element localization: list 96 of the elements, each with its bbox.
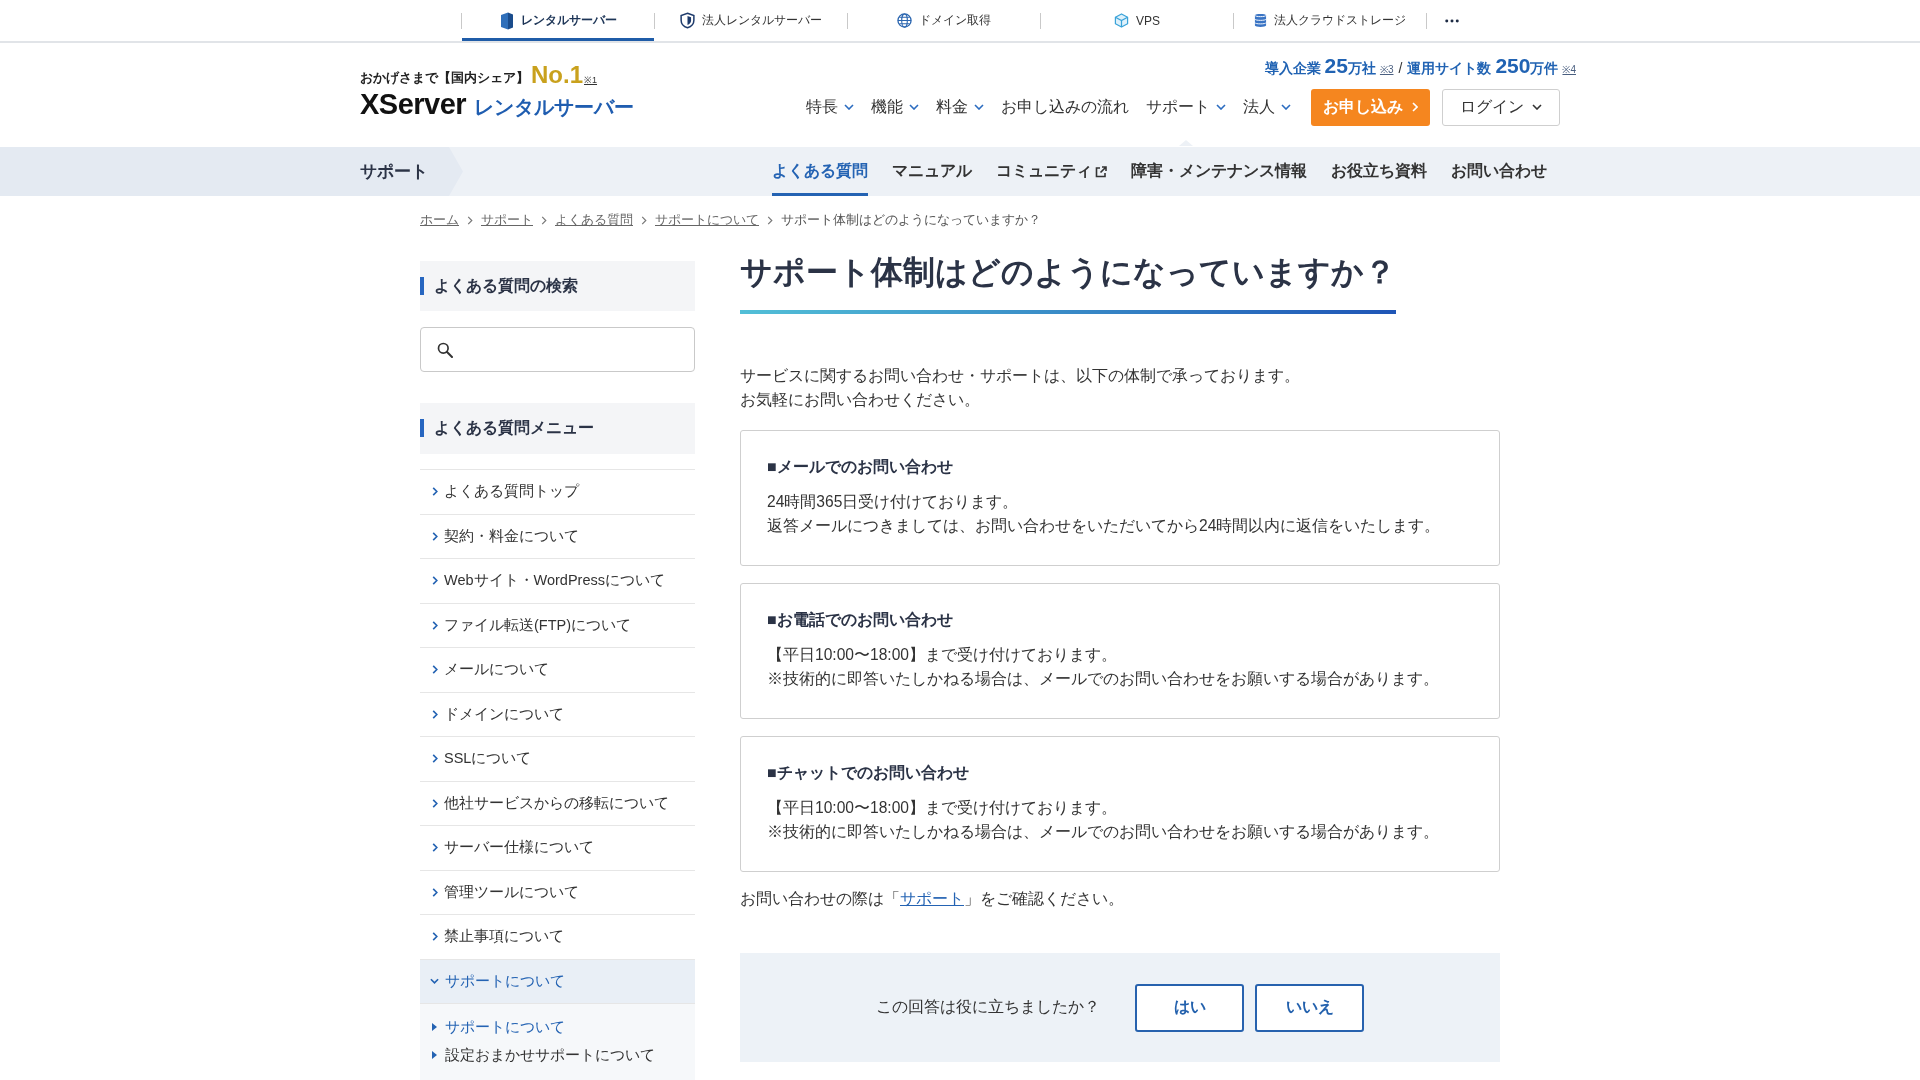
card-heading: ■お電話でのお問い合わせ <box>767 610 954 630</box>
submenu-item[interactable]: サポートについて <box>420 1013 695 1041</box>
service-tab[interactable]: レンタルサーバー <box>462 0 654 41</box>
service-tab[interactable]: 法人クラウドストレージ <box>1234 0 1426 41</box>
card-heading: ■メールでのお問い合わせ <box>767 457 954 477</box>
submenu-item[interactable]: 設定おまかせサポートについて <box>420 1041 695 1069</box>
card-text: ※技術的に即答いたしかねる場合は、メールでのお問い合わせをお願いする場合があります。 <box>767 821 1439 842</box>
breadcrumb-current: サポート体制はどのようになっていますか？ <box>781 211 1041 229</box>
chevron-right-icon <box>432 798 438 808</box>
footnote-mark: ※1 <box>584 73 598 87</box>
subnav-link[interactable]: コミュニティ <box>996 147 1107 196</box>
menu-item[interactable]: よくある質問トップ <box>420 470 695 515</box>
chevron-right-icon <box>432 620 438 630</box>
card-text: ※技術的に即答いたしかねる場合は、メールでのお問い合わせをお願いする場合があります。 <box>767 668 1439 689</box>
subnav-link[interactable]: マニュアル <box>892 147 972 196</box>
chevron-right-icon <box>432 531 438 541</box>
triangle-right-icon <box>432 1023 437 1031</box>
more-icon[interactable] <box>1445 18 1459 23</box>
login-button[interactable]: ログイン <box>1442 88 1560 126</box>
nav-link[interactable]: お申し込みの流れ <box>1001 97 1129 117</box>
chevron-right-icon <box>432 843 438 853</box>
nav-link[interactable]: 特長 <box>806 97 854 117</box>
subnav-link[interactable]: よくある質問 <box>772 147 868 196</box>
chevron-right-icon <box>432 709 438 719</box>
intro-text: サービスに関するお問い合わせ・サポートは、以下の体制で承っております。 <box>740 366 1300 386</box>
stat-label: 導入企業 <box>1264 58 1321 78</box>
card-heading: ■チャットでのお問い合わせ <box>767 763 970 783</box>
stat-number: 250 <box>1495 52 1531 79</box>
chevron-right-icon <box>432 576 438 586</box>
tagline: おかげさまで【国内シェア】 <box>360 68 529 87</box>
search-field[interactable] <box>420 327 695 372</box>
support-link[interactable]: サポート <box>900 890 964 907</box>
section-heading: よくある質問の検索 <box>420 261 695 311</box>
card-text: 24時間365日受け付けております。 <box>767 492 1019 512</box>
menu-item[interactable]: ファイル転送(FTP)について <box>420 603 695 648</box>
breadcrumb-link[interactable]: サポート <box>481 211 533 229</box>
card-text: 返答メールにつきましては、お問い合わせをいただいてから24時間以内に返信をいたします。 <box>767 515 1441 536</box>
answer-button[interactable]: はい <box>1135 983 1244 1032</box>
chevron-right-icon <box>1412 102 1418 112</box>
shield-icon <box>680 12 695 29</box>
service-tab[interactable]: ドメイン取得 <box>848 0 1040 41</box>
breadcrumb-link[interactable]: サポートについて <box>655 211 759 229</box>
menu-item[interactable]: サポートについて <box>420 959 695 1004</box>
answer-button[interactable]: いいえ <box>1255 983 1364 1032</box>
menu-item[interactable]: 禁止事項について <box>420 915 695 960</box>
separator-text: / <box>1398 58 1403 78</box>
subnav-link[interactable]: 障害・メンテナンス情報 <box>1131 147 1307 196</box>
section-heading: よくある質問メニュー <box>420 403 695 454</box>
nav-link[interactable]: 機能 <box>871 97 919 117</box>
menu-item[interactable]: メールについて <box>420 648 695 693</box>
nav-link[interactable]: 料金 <box>936 97 984 117</box>
nav-link[interactable]: 法人 <box>1243 97 1291 117</box>
chevron-right-icon <box>541 215 547 225</box>
menu-item[interactable]: 契約・料金について <box>420 514 695 559</box>
server-icon <box>499 11 514 30</box>
stat-unit: 万件 <box>1530 58 1559 78</box>
chevron-right-icon <box>467 215 473 225</box>
subnav-link[interactable]: お役立ち資料 <box>1331 147 1427 196</box>
breadcrumb-link[interactable]: よくある質問 <box>555 211 633 229</box>
triangle-right-icon <box>432 1051 437 1059</box>
section-label: サポート <box>0 147 463 196</box>
chevron-right-icon <box>432 887 438 897</box>
subnav-link[interactable]: お問い合わせ <box>1451 147 1547 196</box>
logo-link[interactable]: XServer レンタルサーバー <box>360 86 635 124</box>
stat-number: 25 <box>1324 52 1348 79</box>
menu-item[interactable]: 他社サービスからの移転について <box>420 781 695 826</box>
stat-label: 運用サイト数 <box>1407 58 1492 78</box>
menu-item[interactable]: ドメインについて <box>420 692 695 737</box>
chevron-down-icon <box>1532 104 1542 110</box>
chevron-right-icon <box>641 215 647 225</box>
rank-text: No.1 <box>531 62 583 87</box>
footnote-mark: ※3 <box>1379 62 1394 77</box>
chevron-right-icon <box>767 215 773 225</box>
chevron-right-icon <box>432 754 438 764</box>
database-icon <box>1254 12 1267 29</box>
card-text: 【平日10:00〜18:00】まで受け付けております。 <box>767 645 1118 665</box>
breadcrumb-link[interactable]: ホーム <box>420 211 459 229</box>
search-icon <box>437 341 453 358</box>
card-text: 【平日10:00〜18:00】まで受け付けております。 <box>767 798 1118 818</box>
chevron-right-icon <box>432 665 438 675</box>
service-tab[interactable]: VPS <box>1041 0 1233 41</box>
cube-icon <box>1114 13 1129 28</box>
feedback-question: この回答は役に立ちましたか？ <box>876 997 1100 1017</box>
stat-unit: 万社 <box>1347 58 1376 78</box>
chevron-down-icon <box>430 978 439 985</box>
chevron-right-icon <box>432 932 438 942</box>
menu-item[interactable]: 管理ツールについて <box>420 870 695 915</box>
intro-text: お気軽にお問い合わせください。 <box>740 390 980 410</box>
menu-item[interactable]: サーバー仕様について <box>420 826 695 871</box>
globe-icon <box>897 13 912 28</box>
menu-item[interactable]: SSLについて <box>420 737 695 782</box>
chevron-right-icon <box>432 487 438 497</box>
closing-text: お問い合わせの際は「サポート」をご確認ください。 <box>740 889 1125 909</box>
footnote-mark: ※4 <box>1562 62 1576 77</box>
service-tab[interactable]: 法人レンタルサーバー <box>655 0 847 41</box>
menu-item[interactable]: Webサイト・WordPressについて <box>420 559 695 604</box>
